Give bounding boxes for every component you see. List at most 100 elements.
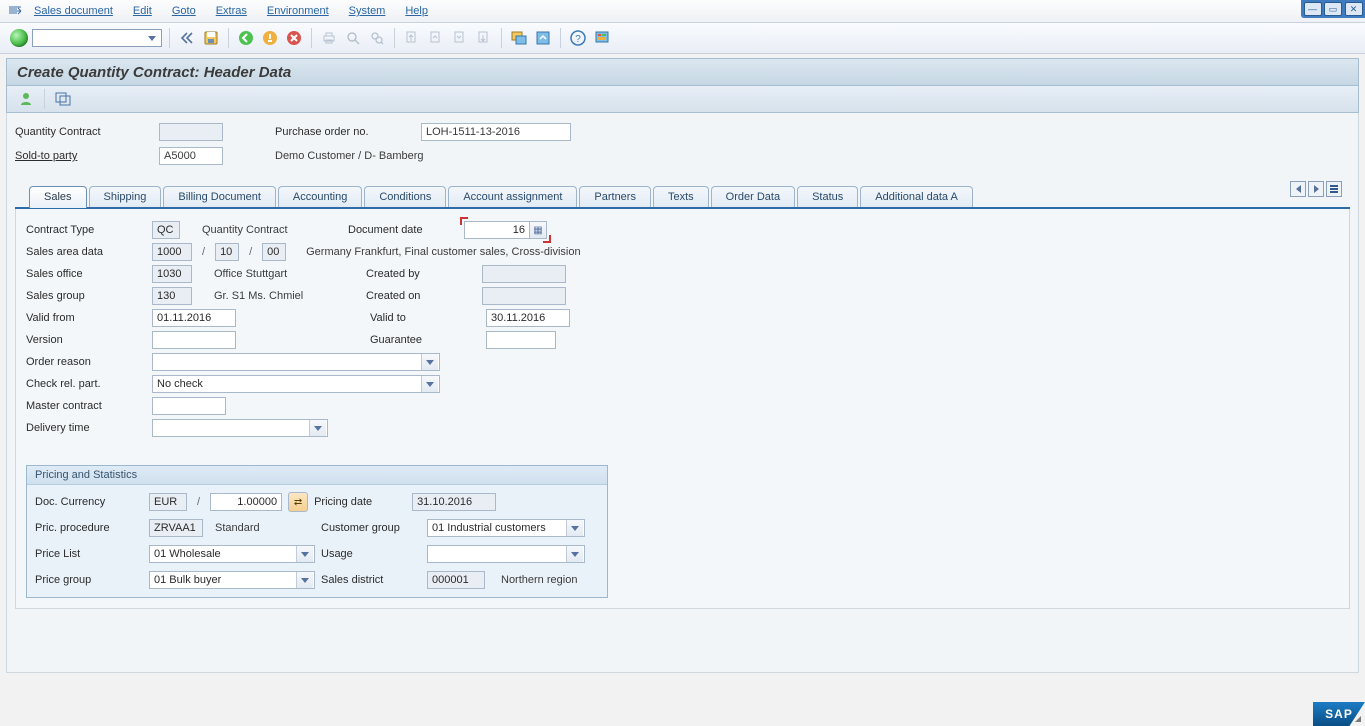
close-button[interactable]: ✕ (1345, 2, 1363, 16)
sales-office-field[interactable]: 1030 (152, 265, 192, 283)
tab-status[interactable]: Status (797, 186, 858, 207)
tab-accounting[interactable]: Accounting (278, 186, 362, 207)
tab-scroll-right[interactable] (1308, 181, 1324, 197)
prev-page-icon (426, 28, 446, 48)
menu-edit[interactable]: Edit (123, 5, 162, 17)
exit-icon[interactable] (260, 28, 280, 48)
sales-office-label: Sales office (26, 268, 146, 280)
sales-group-field[interactable]: 130 (152, 287, 192, 305)
tab-shipping[interactable]: Shipping (89, 186, 162, 207)
po-label: Purchase order no. (275, 126, 415, 138)
tab-partners[interactable]: Partners (579, 186, 651, 207)
valid-to-field[interactable]: 30.11.2016 (486, 309, 570, 327)
exchange-rate-field[interactable]: 1.00000 (210, 493, 282, 511)
check-rel-part-combo[interactable]: No check (152, 375, 440, 393)
menu-environment[interactable]: Environment (257, 5, 339, 17)
menu-help[interactable]: Help (395, 5, 438, 17)
command-field[interactable] (32, 29, 162, 47)
pricing-date-field[interactable]: 31.10.2016 (412, 493, 496, 511)
tab-scroll-controls (1290, 181, 1342, 197)
division-field[interactable]: 00 (262, 243, 286, 261)
help-icon[interactable]: ? (568, 28, 588, 48)
back-icon[interactable] (236, 28, 256, 48)
valid-to-label: Valid to (370, 312, 480, 324)
customer-group-value: 01 Industrial customers (432, 522, 546, 534)
enter-button[interactable] (10, 29, 28, 47)
last-page-icon (474, 28, 494, 48)
exchange-rate-button[interactable]: ⇄ (288, 492, 308, 512)
price-list-combo[interactable]: 01 Wholesale (149, 545, 315, 563)
created-on-label: Created on (366, 290, 476, 302)
tab-scroll-left[interactable] (1290, 181, 1306, 197)
menu-goto[interactable]: Goto (162, 5, 206, 17)
tab-additional-data-a[interactable]: Additional data A (860, 186, 973, 207)
created-by-label: Created by (366, 268, 476, 280)
resize-handle-icon[interactable] (1355, 716, 1361, 722)
tab-account-assignment[interactable]: Account assignment (448, 186, 577, 207)
chevron-down-icon (309, 420, 326, 436)
master-contract-label: Master contract (26, 400, 146, 412)
tab-order-data[interactable]: Order Data (711, 186, 795, 207)
usage-label: Usage (321, 548, 421, 560)
document-date-field[interactable]: 16 (464, 221, 530, 239)
generate-shortcut-icon[interactable] (533, 28, 553, 48)
restore-button[interactable]: ▭ (1324, 2, 1342, 16)
chevron-down-icon (566, 520, 583, 536)
guarantee-field[interactable] (486, 331, 556, 349)
order-reason-combo[interactable] (152, 353, 440, 371)
doc-currency-field[interactable]: EUR (149, 493, 187, 511)
menu-system[interactable]: System (339, 5, 396, 17)
minimize-button[interactable]: — (1304, 2, 1322, 16)
contract-type-field[interactable]: QC (152, 221, 180, 239)
price-group-value: 01 Bulk buyer (154, 574, 221, 586)
cancel-icon[interactable] (284, 28, 304, 48)
sold-to-label[interactable]: Sold-to party (15, 150, 153, 162)
version-label: Version (26, 334, 146, 346)
created-on-field (482, 287, 566, 305)
tab-texts[interactable]: Texts (653, 186, 709, 207)
version-field[interactable] (152, 331, 236, 349)
dist-channel-field[interactable]: 10 (215, 243, 239, 261)
doc-currency-label: Doc. Currency (35, 496, 143, 508)
sap-logo: SAP (1313, 702, 1365, 726)
new-session-icon[interactable] (509, 28, 529, 48)
tab-conditions[interactable]: Conditions (364, 186, 446, 207)
master-contract-field[interactable] (152, 397, 226, 415)
next-page-icon (450, 28, 470, 48)
tab-sales[interactable]: Sales (29, 186, 87, 208)
header-overview-icon[interactable] (54, 90, 72, 108)
customer-group-combo[interactable]: 01 Industrial customers (427, 519, 585, 537)
sales-office-desc: Office Stuttgart (214, 268, 360, 280)
quantity-contract-field[interactable] (159, 123, 223, 141)
sales-district-field[interactable]: 000001 (427, 571, 485, 589)
po-field[interactable]: LOH-1511-13-2016 (421, 123, 571, 141)
print-icon (319, 28, 339, 48)
save-icon[interactable] (201, 28, 221, 48)
chevron-down-icon (421, 354, 438, 370)
customize-local-layout-icon[interactable] (592, 28, 612, 48)
sales-area-label: Sales area data (26, 246, 146, 258)
valid-from-field[interactable]: 01.11.2016 (152, 309, 236, 327)
usage-combo[interactable] (427, 545, 585, 563)
tab-list-button[interactable] (1326, 181, 1342, 197)
sales-district-label: Sales district (321, 574, 421, 586)
svg-text:?: ? (575, 34, 581, 45)
check-rel-part-label: Check rel. part. (26, 378, 146, 390)
sales-area-desc: Germany Frankfurt, Final customer sales,… (306, 246, 580, 258)
command-field-icon[interactable] (6, 4, 24, 18)
tab-bar: Sales Shipping Billing Document Accounti… (15, 181, 1350, 209)
tab-billing-document[interactable]: Billing Document (163, 186, 276, 207)
menu-sales-document[interactable]: Sales document (24, 5, 123, 17)
price-group-combo[interactable]: 01 Bulk buyer (149, 571, 315, 589)
delivery-time-combo[interactable] (152, 419, 328, 437)
menu-extras[interactable]: Extras (206, 5, 257, 17)
sales-group-desc: Gr. S1 Ms. Chmiel (214, 290, 360, 302)
sales-org-field[interactable]: 1000 (152, 243, 192, 261)
back-double-icon[interactable] (177, 28, 197, 48)
document-date-f4-icon[interactable]: ▦ (529, 221, 547, 239)
display-sold-to-party-icon[interactable] (17, 90, 35, 108)
pric-procedure-field[interactable]: ZRVAA1 (149, 519, 203, 537)
created-by-field (482, 265, 566, 283)
sold-to-field[interactable]: A5000 (159, 147, 223, 165)
valid-from-label: Valid from (26, 312, 146, 324)
